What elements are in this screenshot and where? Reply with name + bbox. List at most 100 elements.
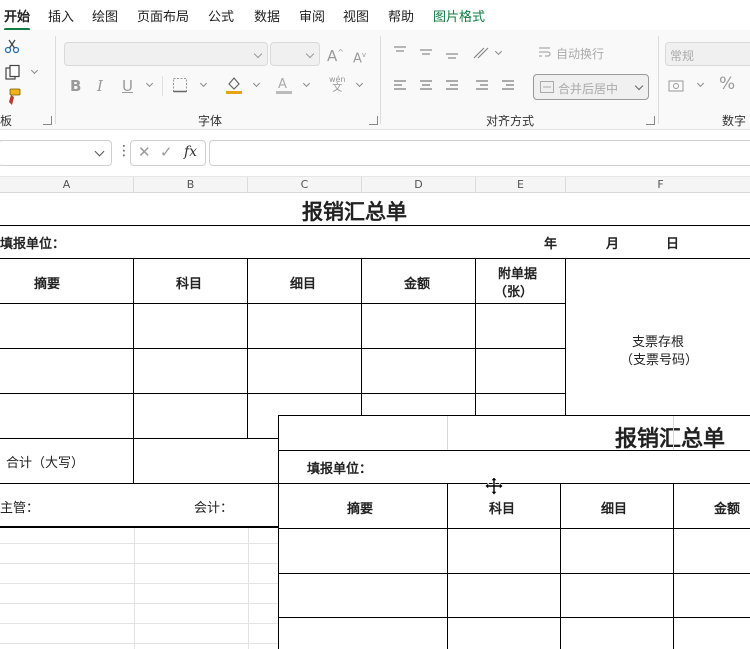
header-summary: 摘要 — [34, 277, 61, 292]
font-launcher-icon[interactable] — [369, 116, 378, 125]
accounting-format-icon[interactable] — [668, 78, 686, 94]
italic-button[interactable]: I — [97, 78, 103, 94]
border-line — [0, 483, 280, 484]
increase-font-icon[interactable]: A^ — [327, 45, 344, 64]
border-line — [133, 258, 134, 438]
border-line — [279, 483, 750, 484]
border-line — [447, 483, 448, 649]
clipboard-group-label: 板 — [0, 114, 13, 128]
number-group-label: 数字 — [722, 114, 747, 128]
divider — [162, 76, 163, 96]
wrap-text-button[interactable]: 自动换行 — [556, 45, 604, 62]
tab-view[interactable]: 视图 — [343, 6, 369, 25]
wrap-text-icon[interactable] — [538, 45, 552, 59]
decrease-font-icon[interactable]: Av — [353, 47, 366, 67]
font-name-select[interactable] — [64, 42, 268, 66]
confirm-icon[interactable]: ✓ — [160, 143, 173, 161]
unit-label: 填报单位： — [0, 237, 66, 252]
check-number-label: （支票号码） — [620, 353, 699, 368]
tab-help[interactable]: 帮助 — [388, 6, 414, 25]
tab-review[interactable]: 审阅 — [299, 6, 325, 25]
cancel-icon[interactable]: ✕ — [138, 143, 151, 161]
underline-dropdown-icon[interactable] — [145, 79, 154, 88]
column-header-d[interactable]: D — [362, 177, 476, 193]
border-line — [279, 528, 750, 529]
bold-button[interactable]: B — [70, 78, 81, 94]
border-line — [0, 438, 280, 439]
column-header-f[interactable]: F — [566, 177, 750, 193]
percent-style-button[interactable]: % — [719, 76, 735, 93]
fill-color-dropdown-icon[interactable] — [252, 79, 261, 88]
formula-input[interactable] — [209, 140, 750, 166]
column-header-c[interactable]: C — [248, 177, 362, 193]
formula-bar-options-icon[interactable]: ⋮ — [117, 143, 131, 159]
gridline — [447, 416, 448, 450]
clipboard-launcher-icon[interactable] — [43, 116, 52, 125]
supervisor-label: 主管： — [0, 501, 40, 516]
border-line — [279, 617, 750, 618]
tab-insert[interactable]: 插入 — [48, 6, 74, 25]
copy-icon[interactable] — [4, 64, 22, 82]
tab-picture-format[interactable]: 图片格式 — [433, 6, 485, 25]
column-headers: A B C D E F — [0, 176, 750, 193]
border-line — [0, 393, 566, 394]
border-line — [279, 573, 750, 574]
pasted-picture[interactable]: 报销汇总单 填报单位： 摘要 科目 细目 金额 — [278, 415, 750, 649]
border-line — [361, 258, 362, 418]
number-format-select[interactable]: 常规 — [665, 42, 750, 66]
font-color-dropdown-icon[interactable] — [302, 79, 311, 88]
border-line — [0, 526, 280, 528]
picture-unit-label: 填报单位： — [307, 462, 373, 477]
gridline — [0, 583, 280, 584]
ribbon: 板 A^ Av B I U A wén 文 字体 自动换行 合并后居中 对齐方式… — [0, 30, 750, 130]
header-attachments-unit: （张） — [494, 285, 534, 300]
tab-draw[interactable]: 绘图 — [92, 6, 118, 25]
alignment-launcher-icon[interactable] — [646, 116, 655, 125]
phonetic-icon[interactable]: wén 文 — [329, 75, 346, 94]
format-painter-icon[interactable] — [4, 88, 22, 106]
font-color-icon[interactable]: A — [275, 75, 293, 95]
header-detail: 细目 — [290, 277, 317, 292]
copy-dropdown-icon[interactable] — [30, 66, 39, 75]
accountant-label: 会计： — [194, 501, 234, 516]
merge-center-label: 合并后居中 — [558, 82, 619, 96]
picture-header-summary: 摘要 — [347, 502, 374, 517]
group-divider — [55, 36, 56, 124]
border-line — [560, 483, 561, 649]
ribbon-tabs: 开始 插入 绘图 页面布局 公式 数据 审阅 视图 帮助 图片格式 — [0, 0, 750, 31]
font-size-select[interactable] — [270, 42, 320, 66]
column-header-a[interactable]: A — [0, 177, 134, 193]
gridline — [0, 543, 280, 544]
name-box[interactable] — [0, 140, 112, 166]
month-label: 月 — [606, 237, 620, 252]
tab-data[interactable]: 数据 — [254, 6, 280, 25]
tab-home[interactable]: 开始 — [4, 6, 31, 31]
fill-color-icon[interactable] — [225, 75, 243, 95]
year-label: 年 — [544, 237, 558, 252]
gridline — [134, 527, 135, 649]
header-amount: 金额 — [404, 277, 431, 292]
gridline — [0, 563, 280, 564]
horizontal-align-icons[interactable] — [392, 78, 522, 94]
tab-page-layout[interactable]: 页面布局 — [137, 6, 189, 25]
cut-icon[interactable] — [4, 38, 20, 54]
borders-icon[interactable] — [172, 77, 188, 93]
vertical-align-icons[interactable] — [392, 44, 502, 62]
gridline — [248, 527, 249, 649]
phonetic-dropdown-icon[interactable] — [355, 79, 364, 88]
accounting-dropdown-icon[interactable] — [696, 79, 705, 88]
formula-buttons: ✕ ✓ fx — [130, 140, 206, 166]
total-uppercase-label: 合计（大写） — [6, 456, 85, 471]
column-header-b[interactable]: B — [134, 177, 248, 193]
borders-dropdown-icon[interactable] — [199, 79, 208, 88]
insert-function-icon[interactable]: fx — [184, 144, 197, 160]
border-line — [279, 450, 750, 451]
move-cursor-icon — [484, 476, 504, 496]
column-header-e[interactable]: E — [476, 177, 566, 193]
header-subject: 科目 — [176, 277, 203, 292]
number-format-value: 常规 — [670, 49, 695, 63]
underline-button[interactable]: U — [122, 78, 133, 94]
picture-header-subject: 科目 — [489, 502, 516, 517]
merge-center-button[interactable]: 合并后居中 — [533, 74, 649, 100]
tab-formulas[interactable]: 公式 — [208, 6, 234, 25]
